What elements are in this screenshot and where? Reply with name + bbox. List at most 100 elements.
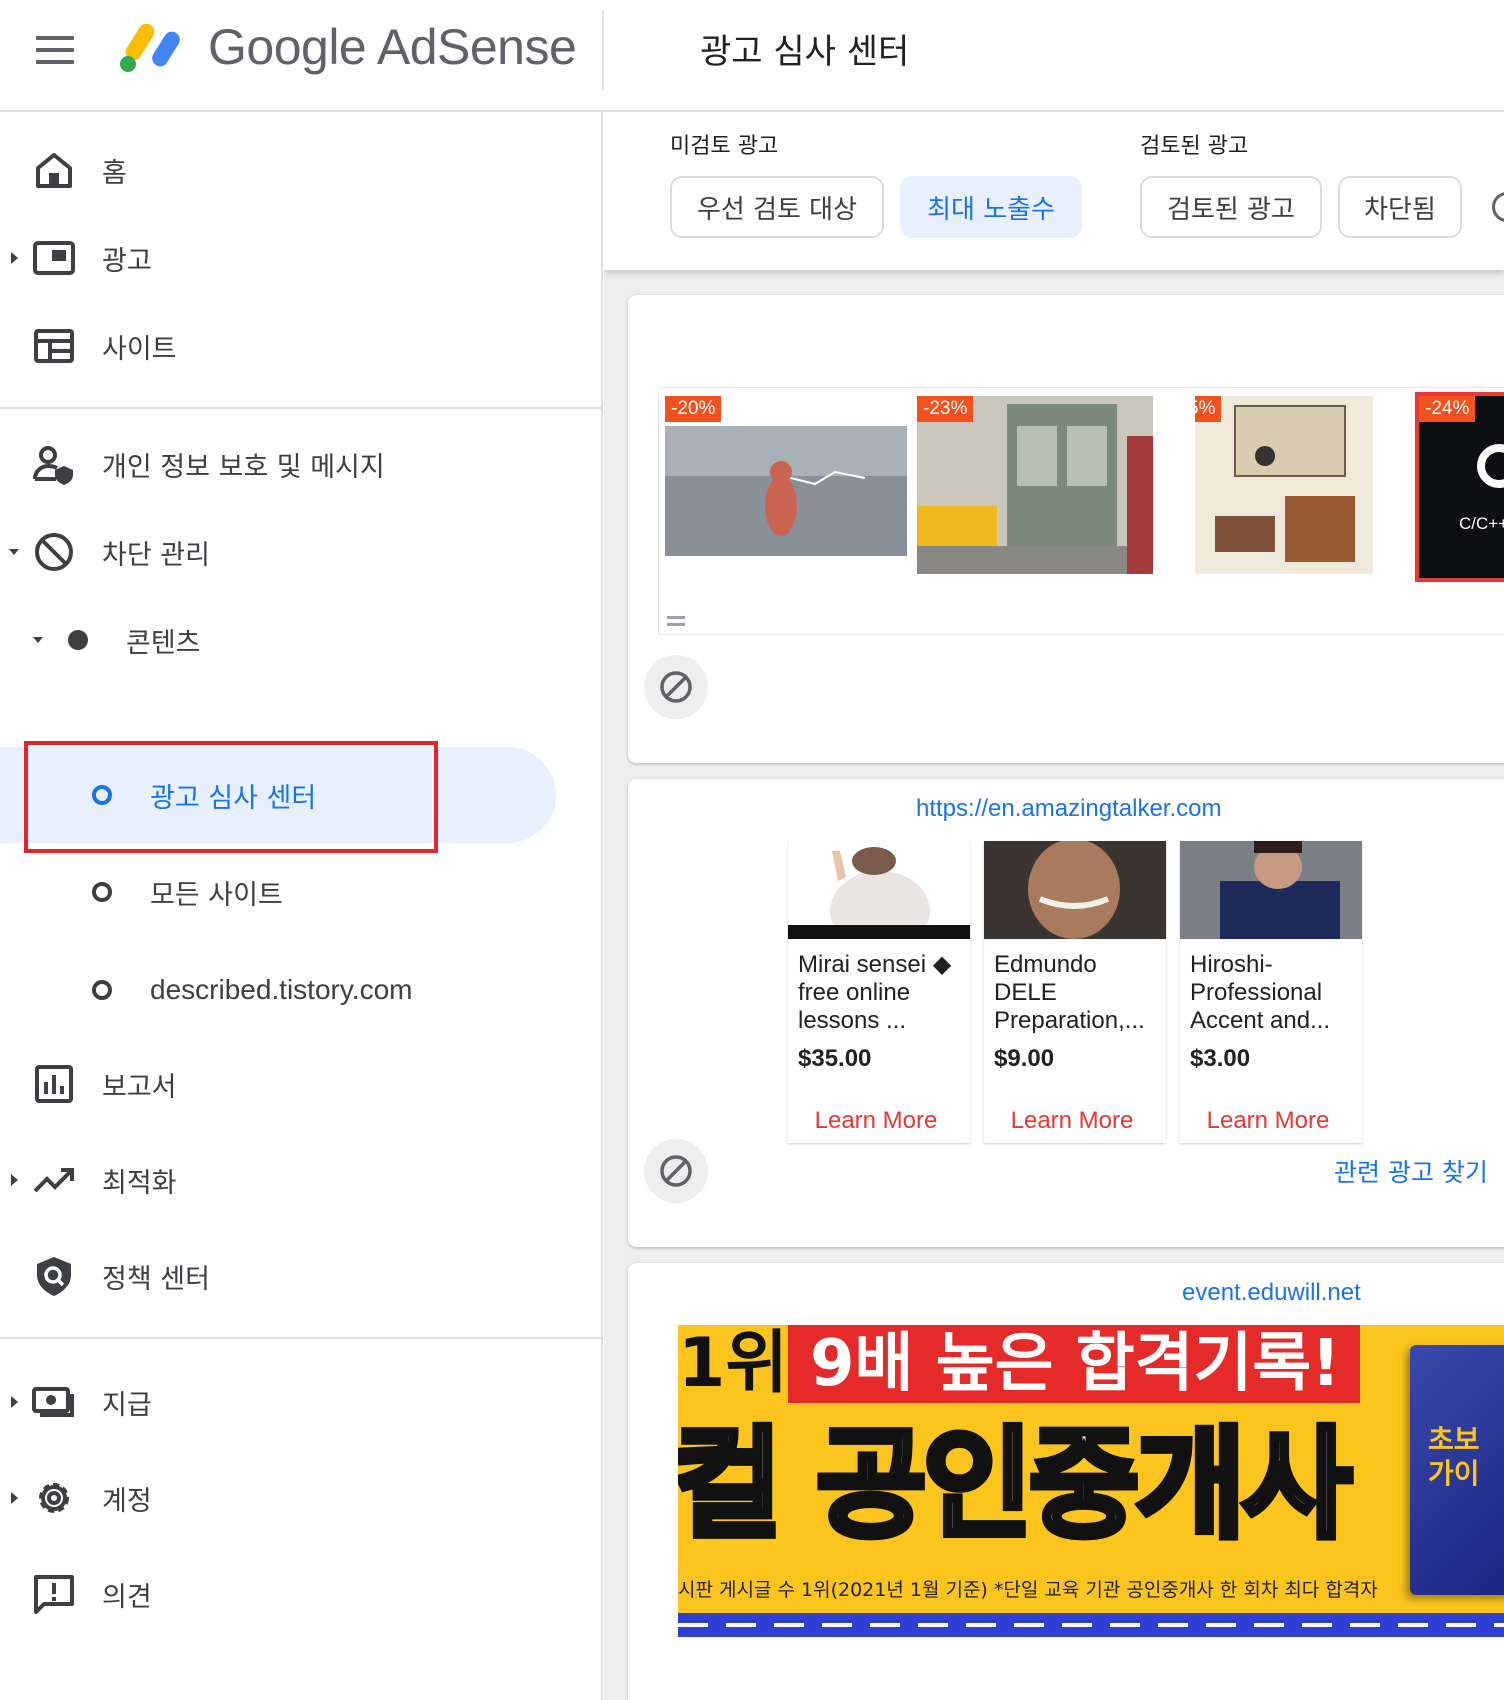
ad-image: -20% [665, 396, 907, 556]
block-icon [660, 671, 692, 703]
sidebar-group-label: 콘텐츠 [126, 627, 201, 659]
chip-most-impressions[interactable]: 최대 노출수 [900, 176, 1082, 238]
banner-footnote: 시판 게시글 수 1위(2021년 1월 기준) *단일 교육 기관 공인중개사… [678, 1579, 1378, 1601]
ring-icon [92, 882, 112, 902]
learn-more-button[interactable]: Learn More [788, 1107, 964, 1135]
banner-rank-text: 1위 [678, 1325, 788, 1403]
main-content: 미검토 광고 검토된 광고 우선 검토 대상 최대 노출수 검토된 광고 차단됨… [604, 112, 1504, 1700]
banner-headline: 9배 높은 합격기록! [788, 1325, 1360, 1403]
ad-url[interactable]: https://en.amazingtalker.com [916, 795, 1221, 823]
sites-icon [34, 329, 74, 363]
sidebar-subitem-all-sites[interactable]: 모든 사이트 [0, 856, 600, 928]
discount-badge: -24% [1419, 396, 1476, 422]
ad-image-caption: C/C++ [1459, 514, 1504, 533]
sidebar-item-label: 정책 센터 [102, 1263, 210, 1295]
book-cover-text: 초보 가이 [1428, 1423, 1480, 1490]
sidebar-item-reports[interactable]: 보고서 [0, 1048, 600, 1120]
sidebar-item-feedback[interactable]: 의견 [0, 1558, 600, 1630]
sidebar-item-account[interactable]: 계정 [0, 1462, 600, 1534]
collapse-caret-icon[interactable] [8, 542, 20, 562]
ad-card[interactable]: event.eduwill.net 1위 9배 높은 합격기록! 컬 공인중개사… [628, 1263, 1504, 1700]
expand-caret-icon[interactable] [8, 1170, 20, 1190]
ad-image-strip: -20% -23% % -24% C/C++ [658, 387, 1504, 635]
product-name: Mirai sensei ◆ free online lessons ... [798, 951, 952, 1034]
block-ad-button[interactable] [644, 1139, 708, 1203]
reviewed-ads-label: 검토된 광고 [1140, 134, 1249, 159]
page-title: 광고 심사 센터 [700, 32, 910, 72]
ad-card[interactable]: -20% -23% % -24% C/C++ [628, 295, 1504, 763]
header-divider [602, 10, 604, 90]
learn-more-button[interactable]: Learn More [984, 1107, 1160, 1135]
sidebar-item-policy-center[interactable]: 정책 센터 [0, 1240, 600, 1312]
sidebar-group-content[interactable]: 콘텐츠 [0, 604, 600, 676]
collapse-caret-icon[interactable] [32, 630, 44, 650]
sidebar-item-optimization[interactable]: 최적화 [0, 1144, 600, 1216]
expand-caret-icon[interactable] [8, 1392, 20, 1412]
find-related-ads-link[interactable]: 관련 광고 찾기 [1334, 1153, 1488, 1189]
sidebar-item-ads[interactable]: 광고 [0, 222, 600, 294]
sidebar-item-label: 차단 관리 [102, 539, 210, 571]
product-ad[interactable]: Mirai sensei ◆ free online lessons ... $… [788, 841, 970, 1143]
unreviewed-ads-label: 미검토 광고 [670, 134, 779, 159]
product-name: Hiroshi-Professional Accent and... [1190, 951, 1331, 1034]
discount-badge: -25% [1195, 396, 1222, 422]
block-ad-button[interactable] [644, 655, 708, 719]
product-photo [1180, 841, 1362, 939]
ad-banner-image: 1위 9배 높은 합격기록! 컬 공인중개사 시판 게시글 수 1위(2021년… [678, 1325, 1504, 1637]
product-ad[interactable]: Hiroshi-Professional Accent and... $3.00… [1180, 841, 1362, 1143]
sidebar-subitem-site-domain[interactable]: described.tistory.com [0, 954, 600, 1026]
drag-handle-icon[interactable] [667, 616, 685, 630]
ad-url[interactable]: event.eduwill.net [1182, 1279, 1361, 1307]
ads-icon [33, 241, 75, 275]
privacy-icon [33, 446, 73, 485]
discount-badge: -23% [917, 396, 974, 422]
banner-main-text: 컬 공인중개사 [678, 1416, 1355, 1555]
product-photo [984, 841, 1166, 939]
hamburger-menu-icon[interactable] [36, 36, 76, 66]
sidebar-divider [0, 1337, 603, 1339]
ad-image: -23% [917, 396, 1153, 574]
help-icon[interactable] [1492, 192, 1504, 222]
chip-blocked[interactable]: 차단됨 [1338, 176, 1462, 238]
sidebar-item-label: 광고 [102, 245, 152, 277]
book-cover-image: 초보 가이 [1410, 1345, 1504, 1595]
policy-shield-icon [37, 1257, 71, 1296]
sidebar-subitem-label: 모든 사이트 [150, 879, 283, 911]
expand-caret-icon[interactable] [8, 1488, 20, 1508]
chip-reviewed-ads[interactable]: 검토된 광고 [1140, 176, 1322, 238]
sidebar-item-label: 사이트 [102, 333, 177, 365]
reports-icon [35, 1065, 73, 1103]
ad-image: -24% C/C++ [1415, 392, 1504, 582]
sidebar-item-home[interactable]: 홈 [0, 134, 600, 206]
sidebar-item-label: 보고서 [102, 1071, 177, 1103]
filled-dot-icon [68, 630, 88, 650]
annotation-highlight-box [24, 741, 438, 853]
filter-bar: 미검토 광고 검토된 광고 우선 검토 대상 최대 노출수 검토된 광고 차단됨 [604, 112, 1504, 270]
sidebar-item-blocking[interactable]: 차단 관리 [0, 516, 600, 588]
expand-caret-icon[interactable] [8, 248, 20, 268]
ring-icon [92, 980, 112, 1000]
top-app-bar: Google AdSense 광고 심사 센터 [0, 0, 1504, 112]
block-icon [660, 1155, 692, 1187]
sidebar-item-label: 최적화 [102, 1167, 177, 1199]
product-logo-text[interactable]: Google AdSense [208, 18, 577, 76]
discount-badge: -20% [665, 396, 722, 422]
home-icon [36, 153, 72, 188]
sidebar-item-sites[interactable]: 사이트 [0, 310, 600, 382]
payments-icon [32, 1387, 74, 1417]
product-price: $3.00 [1190, 1045, 1251, 1072]
learn-more-button[interactable]: Learn More [1180, 1107, 1356, 1135]
ad-card[interactable]: https://en.amazingtalker.com Mirai sense… [628, 779, 1504, 1247]
product-price: $35.00 [798, 1045, 872, 1072]
sidebar-item-label: 개인 정보 보호 및 메시지 [102, 451, 385, 483]
product-ad[interactable]: Edmundo DELE Preparation,... $9.00 Learn… [984, 841, 1166, 1143]
feedback-icon [34, 1575, 74, 1614]
sidebar-subitem-label: described.tistory.com [150, 974, 413, 1005]
chip-priority-review[interactable]: 우선 검토 대상 [670, 176, 884, 238]
sidebar-item-label: 계정 [102, 1485, 152, 1517]
sidebar-item-privacy[interactable]: 개인 정보 보호 및 메시지 [0, 428, 600, 500]
product-name: Edmundo DELE Preparation,... [994, 951, 1145, 1034]
trending-up-icon [33, 1168, 74, 1193]
adsense-logo-icon [120, 23, 180, 72]
sidebar-item-payments[interactable]: 지급 [0, 1366, 600, 1438]
